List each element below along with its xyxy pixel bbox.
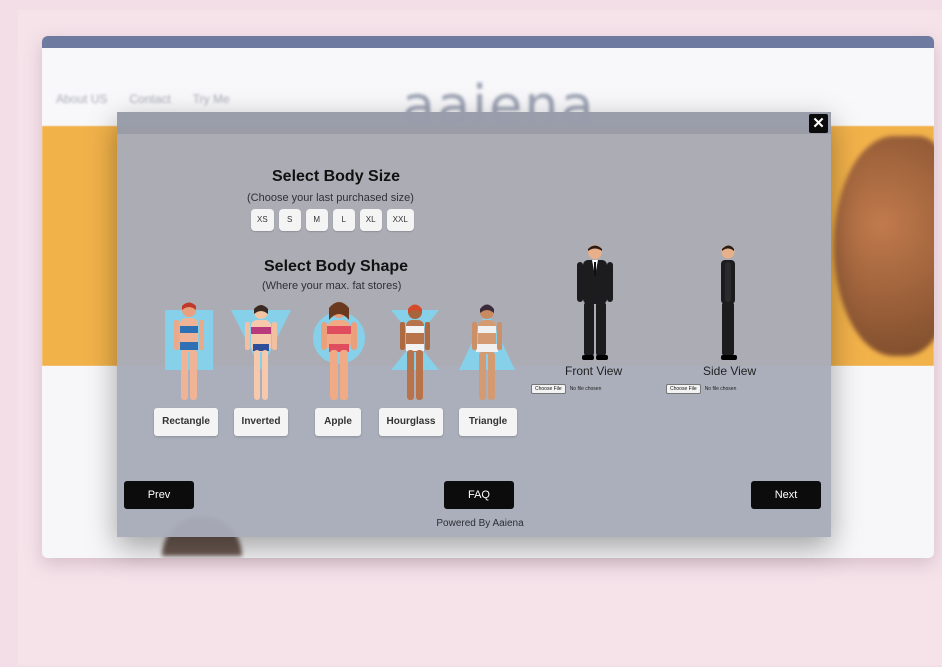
size-m-button[interactable]: M [305, 209, 328, 231]
body-size-subtitle: (Choose your last purchased size) [247, 192, 414, 204]
next-button[interactable]: Next [751, 481, 821, 509]
rectangle-shape-figure[interactable] [159, 300, 219, 404]
nav-item-try-me[interactable]: Try Me [193, 92, 230, 106]
body-size-title: Select Body Size [272, 168, 401, 185]
size-s-button[interactable]: S [278, 209, 301, 231]
side-file-status: No file chosen [704, 386, 737, 392]
triangle-shape-figure[interactable] [457, 300, 517, 404]
faq-button[interactable]: FAQ [444, 481, 514, 509]
shape-apple-button[interactable]: Apple [315, 408, 361, 436]
front-file-status: No file chosen [569, 386, 602, 392]
body-shape-subtitle: (Where your max. fat stores) [262, 280, 402, 292]
front-view-label: Front View [565, 364, 623, 378]
modal-header-strip [117, 112, 831, 134]
side-choose-file-button[interactable]: Choose File [666, 384, 701, 394]
size-xxl-button[interactable]: XXL [386, 209, 414, 231]
shape-inverted-button[interactable]: Inverted [234, 408, 288, 436]
apple-shape-figure[interactable] [309, 298, 369, 402]
close-button[interactable]: ✕ [809, 114, 828, 133]
hourglass-shape-figure[interactable] [385, 300, 445, 404]
size-l-button[interactable]: L [332, 209, 355, 231]
nav-item-about[interactable]: About US [56, 92, 107, 106]
side-view-figure [721, 245, 737, 360]
shape-rectangle-button[interactable]: Rectangle [154, 408, 218, 436]
body-shape-title: Select Body Shape [264, 258, 409, 275]
prev-button[interactable]: Prev [124, 481, 194, 509]
hero-model-image [834, 136, 934, 356]
size-xl-button[interactable]: XL [359, 209, 382, 231]
browser-top-bar [42, 36, 934, 48]
body-profile-modal: ✕ Select Body Size (Choose your last pur… [117, 112, 831, 537]
side-view-file-input: Choose File No file chosen [666, 384, 736, 394]
inverted-shape-figure[interactable] [231, 300, 291, 404]
size-options: XS S M L XL XXL [251, 209, 414, 231]
nav-item-contact[interactable]: Contact [129, 92, 170, 106]
size-xs-button[interactable]: XS [251, 209, 274, 231]
side-view-label: Side View [703, 364, 757, 378]
powered-by-text: Powered By Aaiena [436, 518, 524, 529]
front-choose-file-button[interactable]: Choose File [531, 384, 566, 394]
site-nav: About US Contact Try Me [56, 92, 230, 106]
shape-hourglass-button[interactable]: Hourglass [379, 408, 443, 436]
front-view-file-input: Choose File No file chosen [531, 384, 601, 394]
front-view-figure [577, 245, 613, 360]
shape-triangle-button[interactable]: Triangle [459, 408, 517, 436]
